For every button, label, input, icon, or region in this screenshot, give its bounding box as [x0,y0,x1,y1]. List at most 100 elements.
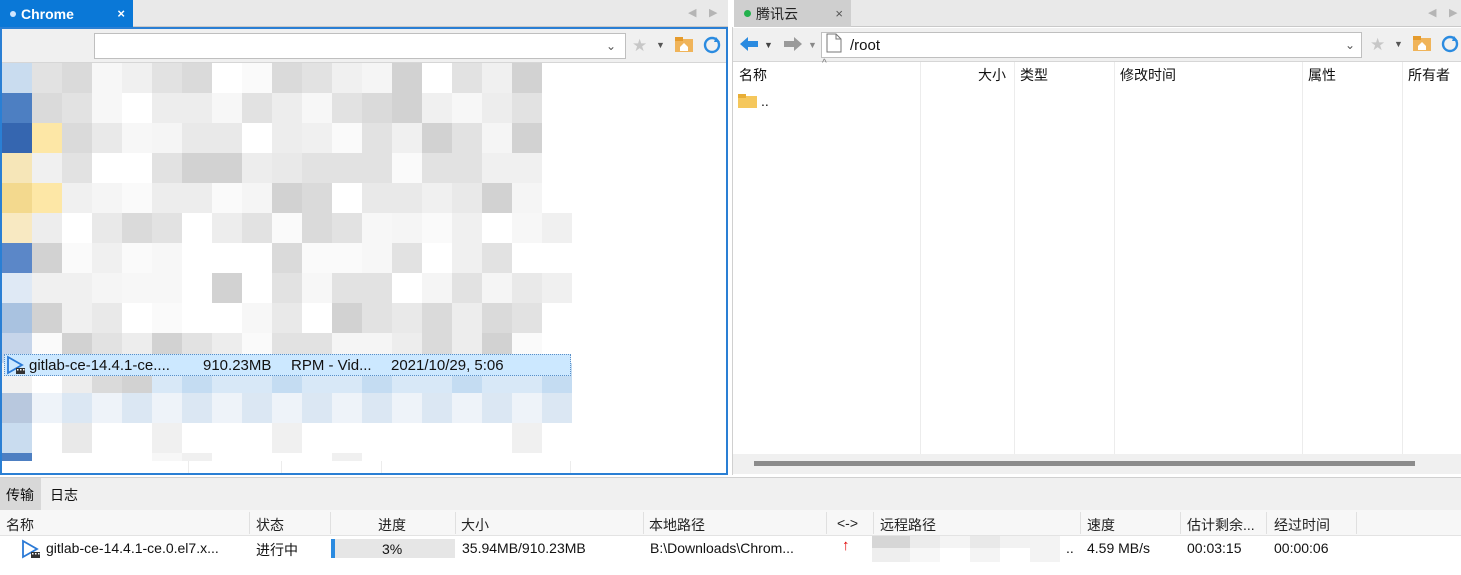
home-folder-icon[interactable] [674,35,694,53]
mosaic-cell [272,303,302,333]
horizontal-scrollbar[interactable] [733,454,1461,474]
col-header-name[interactable]: 名称 [739,63,767,87]
refresh-icon[interactable] [1440,34,1460,54]
progress-text: 3% [382,541,403,557]
scrollbar-thumb[interactable] [754,461,1415,466]
back-arrow-icon[interactable] [739,36,759,52]
file-icon [826,33,842,57]
tab-tencent-cloud[interactable]: 腾讯云 × [734,0,851,27]
mosaic-cell [62,213,92,243]
col-header-attributes[interactable]: 属性 [1308,63,1336,87]
star-icon[interactable]: ★ [632,36,647,56]
column-divider [1266,512,1267,534]
close-icon[interactable]: × [835,6,843,21]
mosaic-cell [482,93,512,123]
dropdown-arrow-icon[interactable]: ⌄ [606,39,616,53]
mosaic-cell [212,183,242,213]
th-remaining[interactable]: 估计剩余... [1187,515,1255,535]
mosaic-cell [422,273,452,303]
remote-path-input[interactable]: /root [821,32,1362,58]
mosaic-cell [182,453,212,461]
mosaic-cell [332,183,362,213]
refresh-icon[interactable] [702,35,722,55]
mosaic-cell [182,123,212,153]
mosaic-cell [92,123,122,153]
mosaic-cell [242,273,272,303]
transfer-status: 进行中 [256,542,298,558]
mosaic-cell [512,273,542,303]
chevron-down-icon[interactable]: ▼ [656,40,665,50]
mosaic-cell [212,153,242,183]
mosaic-cell [452,183,482,213]
mosaic-cell [542,93,572,123]
mosaic-cell [2,63,32,93]
mosaic-cell [212,303,242,333]
th-local-path[interactable]: 本地路径 [649,515,705,535]
scroll-left-icon[interactable]: ◀ [1428,6,1436,19]
selected-file-row[interactable]: gitlab-ce-14.4.1-ce.... 910.23MB RPM - V… [4,354,571,376]
mosaic-cell [182,423,212,453]
col-header-modified[interactable]: 修改时间 [1120,63,1176,87]
mosaic-cell [242,153,272,183]
mosaic-cell [122,453,152,461]
col-header-owner[interactable]: 所有者 [1408,63,1450,87]
th-size[interactable]: 大小 [461,515,489,535]
mosaic-cell [212,453,242,461]
left-tab-bar: Chrome × ◀ ▶ [0,0,728,27]
star-icon[interactable]: ★ [1370,35,1385,55]
mosaic-cell [452,273,482,303]
scroll-right-icon[interactable]: ▶ [1449,6,1457,19]
th-speed[interactable]: 速度 [1087,515,1115,535]
scroll-left-icon[interactable]: ◀ [688,6,696,19]
mosaic-cell [152,423,182,453]
mosaic-cell [32,123,62,153]
mosaic-cell [242,303,272,333]
th-direction[interactable]: <-> [837,515,858,531]
mosaic-cell [422,423,452,453]
left-path-input[interactable] [94,33,626,59]
mosaic-cell [452,123,482,153]
tab-log[interactable]: 日志 [50,485,78,505]
column-divider [873,512,874,534]
forward-arrow-icon[interactable] [783,36,803,52]
col-header-type[interactable]: 类型 [1020,63,1048,87]
mosaic-cell [62,243,92,273]
close-icon[interactable]: × [117,6,125,21]
mosaic-cell [182,393,212,423]
mosaic-cell [542,183,572,213]
chevron-down-icon[interactable]: ▼ [764,40,773,50]
mosaic-cell [122,243,152,273]
mosaic-cell [32,243,62,273]
column-divider [1014,62,1015,454]
th-progress[interactable]: 进度 [378,515,406,535]
mosaic-cell [302,273,332,303]
th-name[interactable]: 名称 [6,515,34,535]
dropdown-arrow-icon[interactable]: ⌄ [1345,38,1355,52]
th-remote-path[interactable]: 远程路径 [880,515,936,535]
parent-dir-row[interactable]: .. [738,91,769,111]
home-folder-icon[interactable] [1412,34,1432,52]
mosaic-cell [62,273,92,303]
mosaic-cell [152,273,182,303]
chevron-down-icon[interactable]: ▼ [808,40,817,50]
th-elapsed[interactable]: 经过时间 [1274,515,1330,535]
mosaic-cell [2,243,32,273]
col-header-size[interactable]: 大小 [978,63,1006,87]
tab-chrome[interactable]: Chrome × [0,0,133,27]
mosaic-cell [62,453,92,461]
mosaic-cell [392,393,422,423]
mosaic-cell [392,273,422,303]
chevron-down-icon[interactable]: ▼ [1394,39,1403,49]
mosaic-cell [92,393,122,423]
column-divider [1114,62,1115,454]
mosaic-cell [152,63,182,93]
transfer-remaining: 00:03:15 [1187,540,1242,556]
mosaic-cell [62,423,92,453]
mosaic-cell [2,183,32,213]
scroll-right-icon[interactable]: ▶ [709,6,717,19]
th-status[interactable]: 状态 [256,515,284,535]
mosaic-cell [542,123,572,153]
mosaic-cell [302,123,332,153]
mosaic-cell [242,213,272,243]
mosaic-cell [182,213,212,243]
